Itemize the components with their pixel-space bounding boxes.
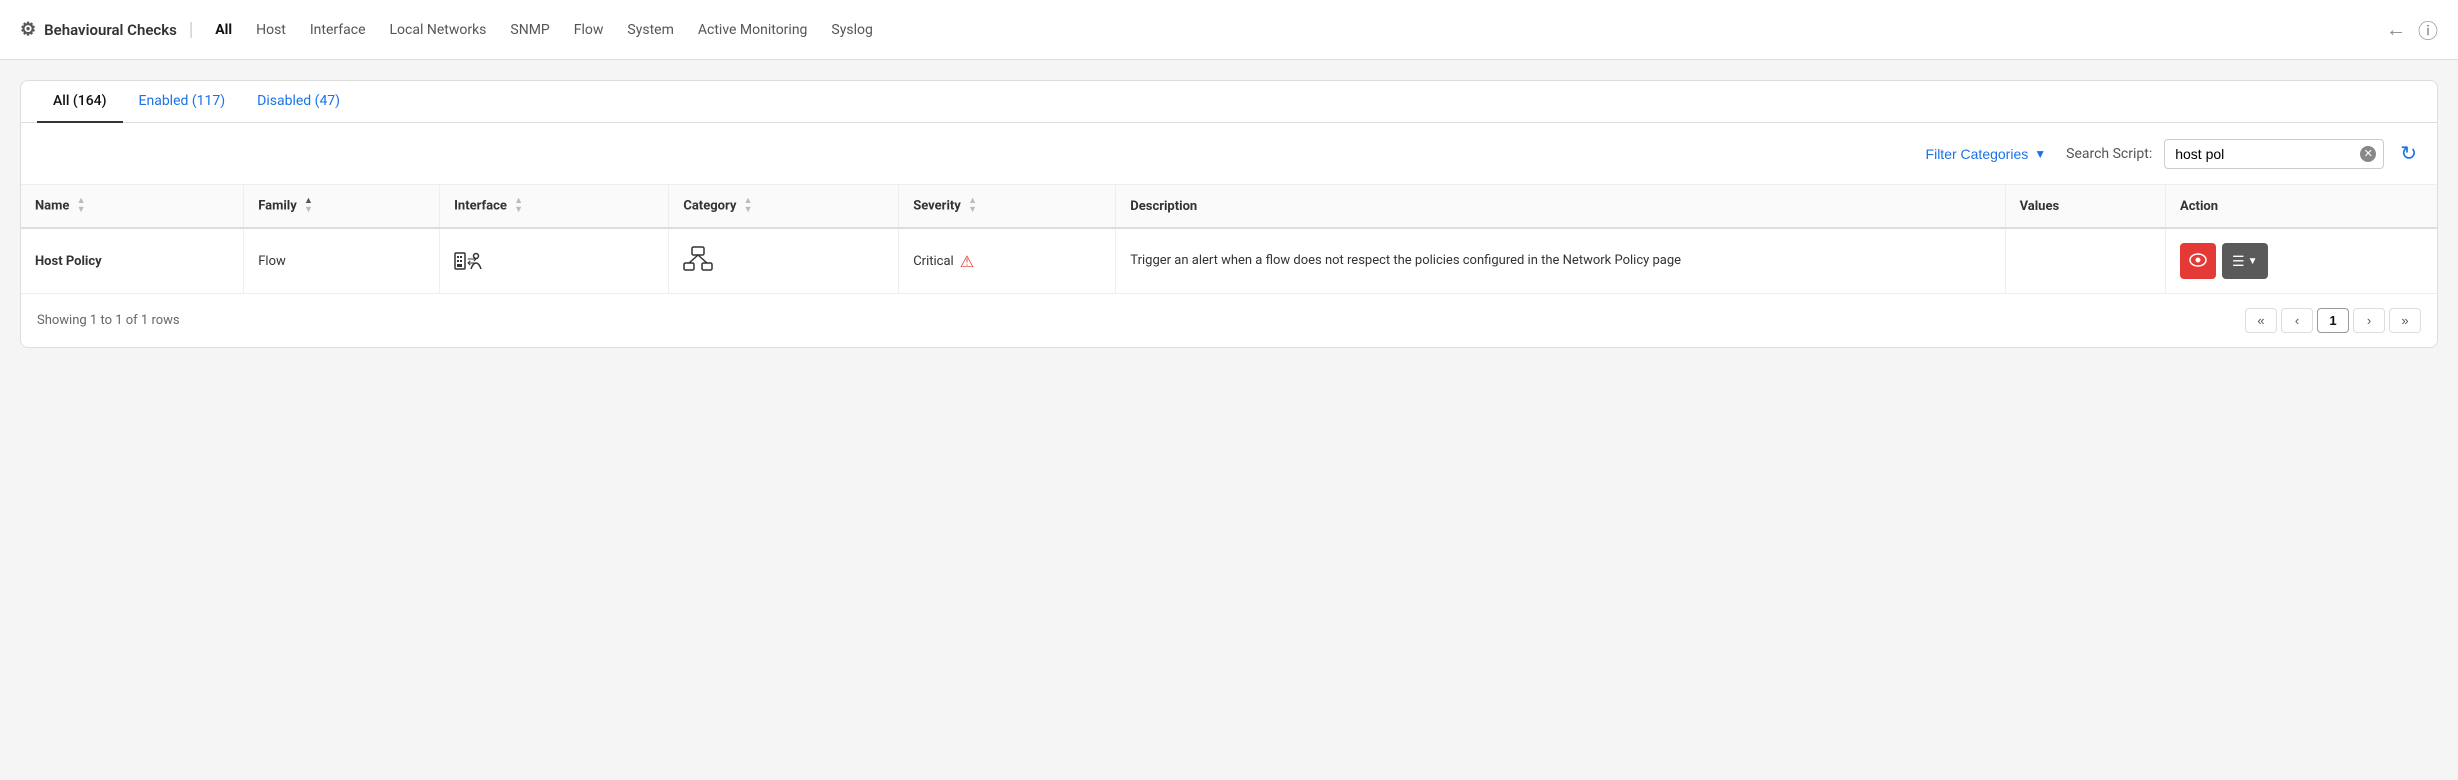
- pagination: « ‹ 1 › »: [2245, 308, 2421, 333]
- cell-severity: Critical ⚠: [899, 228, 1116, 293]
- showing-label: Showing 1 to 1 of 1 rows: [37, 313, 180, 328]
- cell-interface: ⇄: [440, 228, 669, 293]
- search-input[interactable]: [2164, 139, 2384, 169]
- dropdown-arrow-icon: ▼: [2248, 256, 2258, 267]
- col-description: Description: [1116, 185, 2005, 228]
- checks-table: Name ▲ ▼ Family ▲ ▼ Inte: [21, 185, 2437, 293]
- nav-all[interactable]: All: [205, 16, 242, 44]
- severity-sort-icon[interactable]: ▲ ▼: [968, 197, 977, 215]
- chevron-down-icon: ▼: [2034, 147, 2046, 161]
- nav-local-networks[interactable]: Local Networks: [380, 16, 497, 44]
- filter-categories-button[interactable]: Filter Categories ▼: [1918, 142, 2055, 166]
- cell-family: Flow: [244, 228, 440, 293]
- tab-enabled[interactable]: Enabled (117): [123, 81, 242, 123]
- family-sort-icon[interactable]: ▲ ▼: [304, 197, 313, 215]
- category-icon: [683, 261, 713, 276]
- nav-host[interactable]: Host: [246, 16, 296, 44]
- col-name: Name ▲ ▼: [21, 185, 244, 228]
- tab-disabled[interactable]: Disabled (47): [241, 81, 356, 123]
- category-sort-icon[interactable]: ▲ ▼: [744, 197, 753, 215]
- nav-snmp[interactable]: SNMP: [500, 16, 559, 44]
- refresh-button[interactable]: ↻: [2396, 137, 2421, 170]
- table-header-row: Name ▲ ▼ Family ▲ ▼ Inte: [21, 185, 2437, 228]
- clear-search-button[interactable]: ✕: [2360, 146, 2376, 162]
- interface-sort-icon[interactable]: ▲ ▼: [514, 197, 523, 215]
- col-category: Category ▲ ▼: [669, 185, 899, 228]
- brand-label: Behavioural Checks: [44, 21, 177, 39]
- tab-bar: All (164) Enabled (117) Disabled (47): [21, 81, 2437, 123]
- menu-lines-icon: ☰: [2232, 253, 2245, 270]
- nav-active-monitoring[interactable]: Active Monitoring: [688, 16, 818, 44]
- col-action: Action: [2166, 185, 2437, 228]
- help-icon[interactable]: ⓘ: [2418, 15, 2438, 44]
- first-page-button[interactable]: «: [2245, 308, 2277, 333]
- nav-syslog[interactable]: Syslog: [821, 16, 882, 44]
- back-icon[interactable]: ←: [2386, 17, 2406, 42]
- header: ⚙ Behavioural Checks | All Host Interfac…: [0, 0, 2458, 60]
- eye-icon: [2189, 253, 2207, 270]
- tab-all[interactable]: All (164): [37, 81, 123, 123]
- toggle-button[interactable]: [2180, 243, 2216, 279]
- table-footer: Showing 1 to 1 of 1 rows « ‹ 1 › »: [21, 293, 2437, 347]
- prev-page-button[interactable]: ‹: [2281, 308, 2313, 333]
- cell-category: [669, 228, 899, 293]
- nav-divider: |: [189, 19, 193, 40]
- search-script-label: Search Script:: [2066, 146, 2152, 162]
- table-row: Host Policy Flow: [21, 228, 2437, 293]
- page-1-button[interactable]: 1: [2317, 308, 2349, 333]
- header-actions: ← ⓘ: [2386, 15, 2438, 44]
- col-severity: Severity ▲ ▼: [899, 185, 1116, 228]
- cell-action: ☰ ▼: [2166, 228, 2437, 293]
- cell-values: [2005, 228, 2165, 293]
- menu-button[interactable]: ☰ ▼: [2222, 243, 2267, 279]
- cell-name: Host Policy: [21, 228, 244, 293]
- warning-icon: ⚠: [960, 252, 974, 271]
- col-family: Family ▲ ▼: [244, 185, 440, 228]
- col-interface: Interface ▲ ▼: [440, 185, 669, 228]
- gear-icon: ⚙: [20, 19, 36, 40]
- brand: ⚙ Behavioural Checks: [20, 19, 177, 40]
- cell-description: Trigger an alert when a flow does not re…: [1116, 228, 2005, 293]
- main-content: All (164) Enabled (117) Disabled (47) Fi…: [0, 60, 2458, 368]
- filter-categories-label: Filter Categories: [1926, 146, 2029, 162]
- name-sort-icon[interactable]: ▲ ▼: [77, 197, 86, 215]
- nav-flow[interactable]: Flow: [564, 16, 614, 44]
- interface-icon: ⇄: [454, 251, 654, 271]
- toolbar: Filter Categories ▼ Search Script: ✕ ↻: [21, 123, 2437, 185]
- main-nav: All Host Interface Local Networks SNMP F…: [205, 16, 2386, 44]
- last-page-button[interactable]: »: [2389, 308, 2421, 333]
- next-page-button[interactable]: ›: [2353, 308, 2385, 333]
- col-values: Values: [2005, 185, 2165, 228]
- main-card: All (164) Enabled (117) Disabled (47) Fi…: [20, 80, 2438, 348]
- search-wrapper: ✕: [2164, 139, 2384, 169]
- nav-system[interactable]: System: [617, 16, 683, 44]
- nav-interface[interactable]: Interface: [300, 16, 376, 44]
